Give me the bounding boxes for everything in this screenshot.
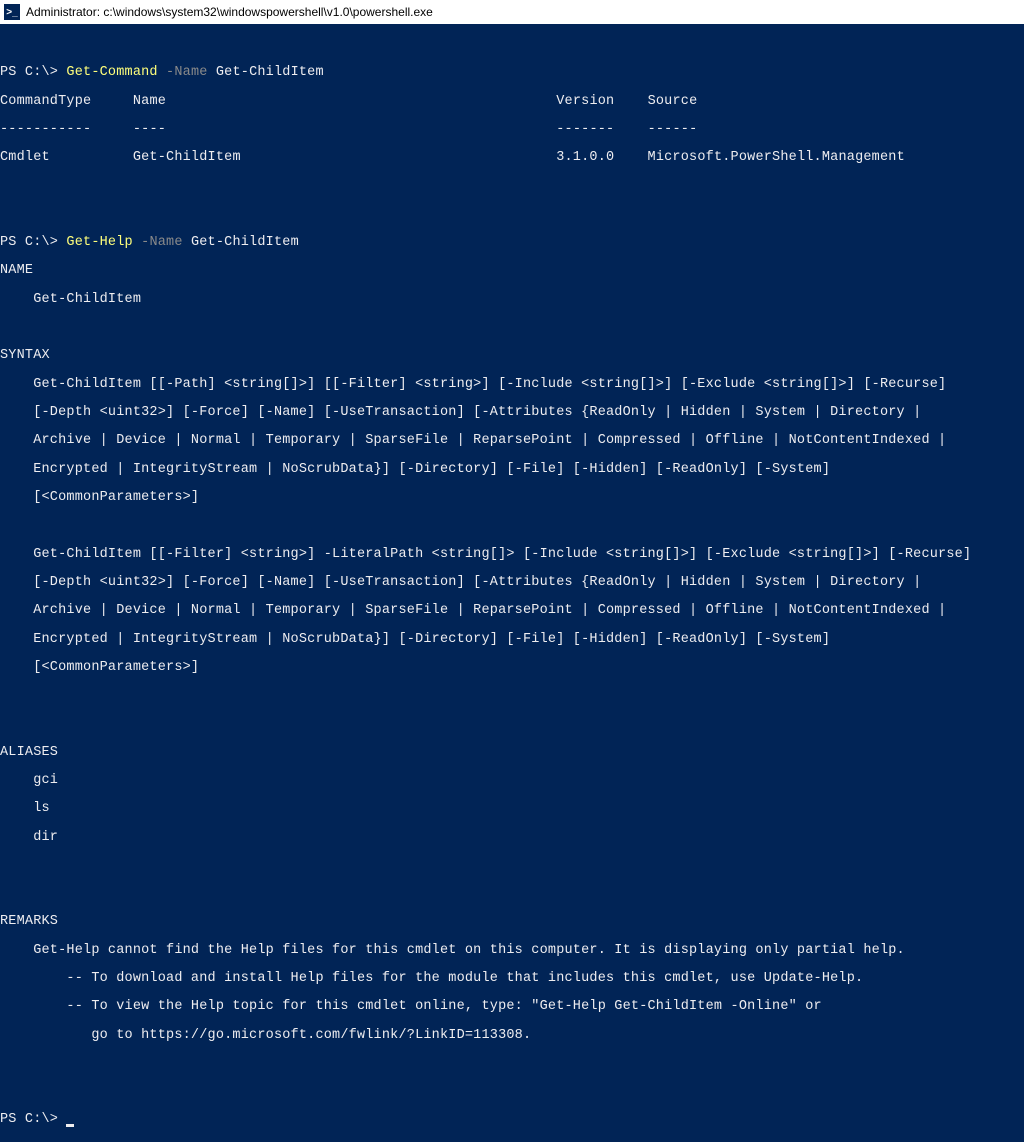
help-syntax-line: Archive | Device | Normal | Temporary | … bbox=[0, 434, 1024, 448]
help-remark: -- To view the Help topic for this cmdle… bbox=[0, 1000, 1024, 1014]
help-alias: ls bbox=[0, 802, 1024, 816]
help-syntax-line: [<CommonParameters>] bbox=[0, 661, 1024, 675]
help-syntax-line: [-Depth <uint32>] [-Force] [-Name] [-Use… bbox=[0, 406, 1024, 420]
help-syntax-line: Archive | Device | Normal | Temporary | … bbox=[0, 604, 1024, 618]
help-remarks-header: REMARKS bbox=[0, 915, 1024, 929]
table-row: Cmdlet Get-ChildItem 3.1.0.0 Microsoft.P… bbox=[0, 151, 1024, 165]
command-line-1: PS C:\> Get-Command -Name Get-ChildItem bbox=[0, 66, 1024, 80]
help-syntax-line: [-Depth <uint32>] [-Force] [-Name] [-Use… bbox=[0, 576, 1024, 590]
help-syntax-line: Encrypted | IntegrityStream | NoScrubDat… bbox=[0, 633, 1024, 647]
help-syntax-header: SYNTAX bbox=[0, 349, 1024, 363]
command-prompt[interactable]: PS C:\> bbox=[0, 1113, 1024, 1127]
table-header: CommandType Name Version Source bbox=[0, 95, 1024, 109]
help-name-value: Get-ChildItem bbox=[0, 293, 1024, 307]
help-remark: Get-Help cannot find the Help files for … bbox=[0, 944, 1024, 958]
help-name-header: NAME bbox=[0, 264, 1024, 278]
help-remark: -- To download and install Help files fo… bbox=[0, 972, 1024, 986]
help-syntax-line: [<CommonParameters>] bbox=[0, 491, 1024, 505]
command-line-2: PS C:\> Get-Help -Name Get-ChildItem bbox=[0, 236, 1024, 250]
window-titlebar[interactable]: >_ Administrator: c:\windows\system32\wi… bbox=[0, 0, 1024, 24]
help-remark: go to https://go.microsoft.com/fwlink/?L… bbox=[0, 1029, 1024, 1043]
help-syntax-line: Get-ChildItem [[-Filter] <string>] -Lite… bbox=[0, 548, 1024, 562]
cursor bbox=[66, 1124, 74, 1127]
powershell-icon: >_ bbox=[4, 4, 20, 20]
window-title: Administrator: c:\windows\system32\windo… bbox=[26, 5, 433, 19]
help-aliases-header: ALIASES bbox=[0, 746, 1024, 760]
help-alias: gci bbox=[0, 774, 1024, 788]
help-syntax-line: Encrypted | IntegrityStream | NoScrubDat… bbox=[0, 463, 1024, 477]
terminal-output[interactable]: PS C:\> Get-Command -Name Get-ChildItem … bbox=[0, 24, 1024, 1142]
help-alias: dir bbox=[0, 831, 1024, 845]
help-syntax-line: Get-ChildItem [[-Path] <string[]>] [[-Fi… bbox=[0, 378, 1024, 392]
table-separator: ----------- ---- ------- ------ bbox=[0, 123, 1024, 137]
